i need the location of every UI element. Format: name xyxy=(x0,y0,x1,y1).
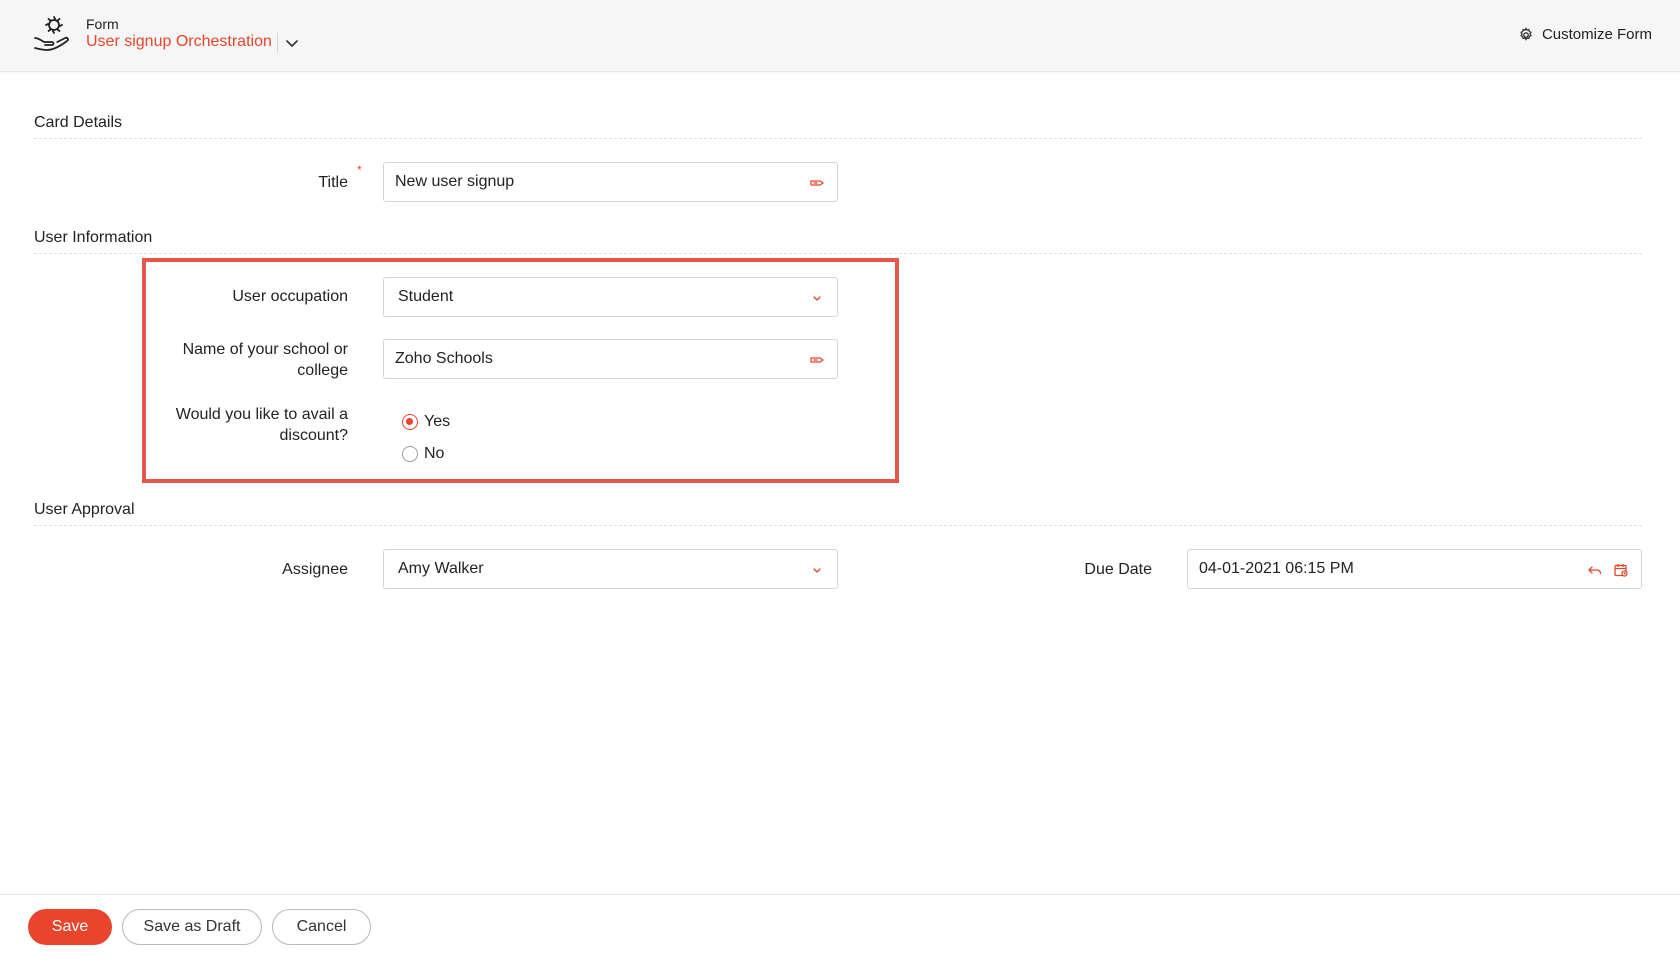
radio-button-checked[interactable] xyxy=(402,414,418,430)
section-title-user-information: User Information xyxy=(34,229,153,246)
due-date-input-value: 04-01-2021 06:15 PM xyxy=(1199,560,1354,577)
undo-icon[interactable] xyxy=(1587,562,1603,578)
discount-option-no[interactable]: No xyxy=(402,445,444,463)
assignee-label: Assignee xyxy=(282,561,348,578)
title-label: Title xyxy=(318,174,348,191)
discount-option-label: No xyxy=(424,445,445,462)
customize-form-button[interactable]: Customize Form xyxy=(1518,26,1652,43)
assignee-select[interactable]: Amy Walker xyxy=(383,549,838,589)
tag-icon[interactable] xyxy=(809,352,825,368)
school-label-line2: college xyxy=(297,362,348,379)
discount-label-line2: discount? xyxy=(279,427,349,444)
title-input-value: New user signup xyxy=(395,173,515,190)
school-label-line1: Name of your school or xyxy=(182,341,348,358)
school-input[interactable]: Zoho Schools xyxy=(383,339,838,379)
school-input-value: Zoho Schools xyxy=(395,350,493,367)
cancel-button[interactable]: Cancel xyxy=(272,909,371,945)
header-divider xyxy=(277,33,278,53)
tag-icon[interactable] xyxy=(809,175,825,191)
section-divider xyxy=(34,253,1642,254)
save-as-draft-button[interactable]: Save as Draft xyxy=(122,909,262,945)
section-divider xyxy=(34,138,1642,139)
chevron-down-icon xyxy=(813,296,821,301)
gear-icon xyxy=(1520,26,1532,41)
page-header: Form User signup Orchestration Customize… xyxy=(0,0,1680,72)
section-divider xyxy=(34,525,1642,526)
assignee-select-value: Amy Walker xyxy=(398,560,484,577)
discount-label: Would you like to avail a discount? xyxy=(176,404,348,446)
occupation-label: User occupation xyxy=(232,288,348,305)
form-orchestration-icon xyxy=(34,16,69,51)
school-label: Name of your school or college xyxy=(183,339,348,381)
discount-label-line1: Would you like to avail a xyxy=(175,406,348,423)
occupation-select[interactable]: Student xyxy=(383,277,838,317)
chevron-down-icon[interactable] xyxy=(283,36,301,52)
due-date-input[interactable]: 04-01-2021 06:15 PM xyxy=(1187,549,1642,589)
chevron-down-icon xyxy=(813,568,821,573)
form-name[interactable]: User signup Orchestration xyxy=(86,33,272,51)
section-title-card-details: Card Details xyxy=(34,114,123,131)
calendar-icon[interactable] xyxy=(1613,562,1629,578)
required-indicator: * xyxy=(357,163,362,177)
radio-button[interactable] xyxy=(402,446,418,462)
title-input[interactable]: New user signup xyxy=(383,162,838,202)
section-title-user-approval: User Approval xyxy=(34,501,135,518)
occupation-select-value: Student xyxy=(398,288,454,305)
save-button[interactable]: Save xyxy=(28,909,112,945)
discount-option-label: Yes xyxy=(424,413,451,430)
form-label: Form xyxy=(86,16,119,32)
customize-form-label: Customize Form xyxy=(1541,26,1652,43)
discount-option-yes[interactable]: Yes xyxy=(402,413,450,431)
due-date-label: Due Date xyxy=(1084,561,1152,578)
form-footer: Save Save as Draft Cancel xyxy=(0,894,1680,962)
